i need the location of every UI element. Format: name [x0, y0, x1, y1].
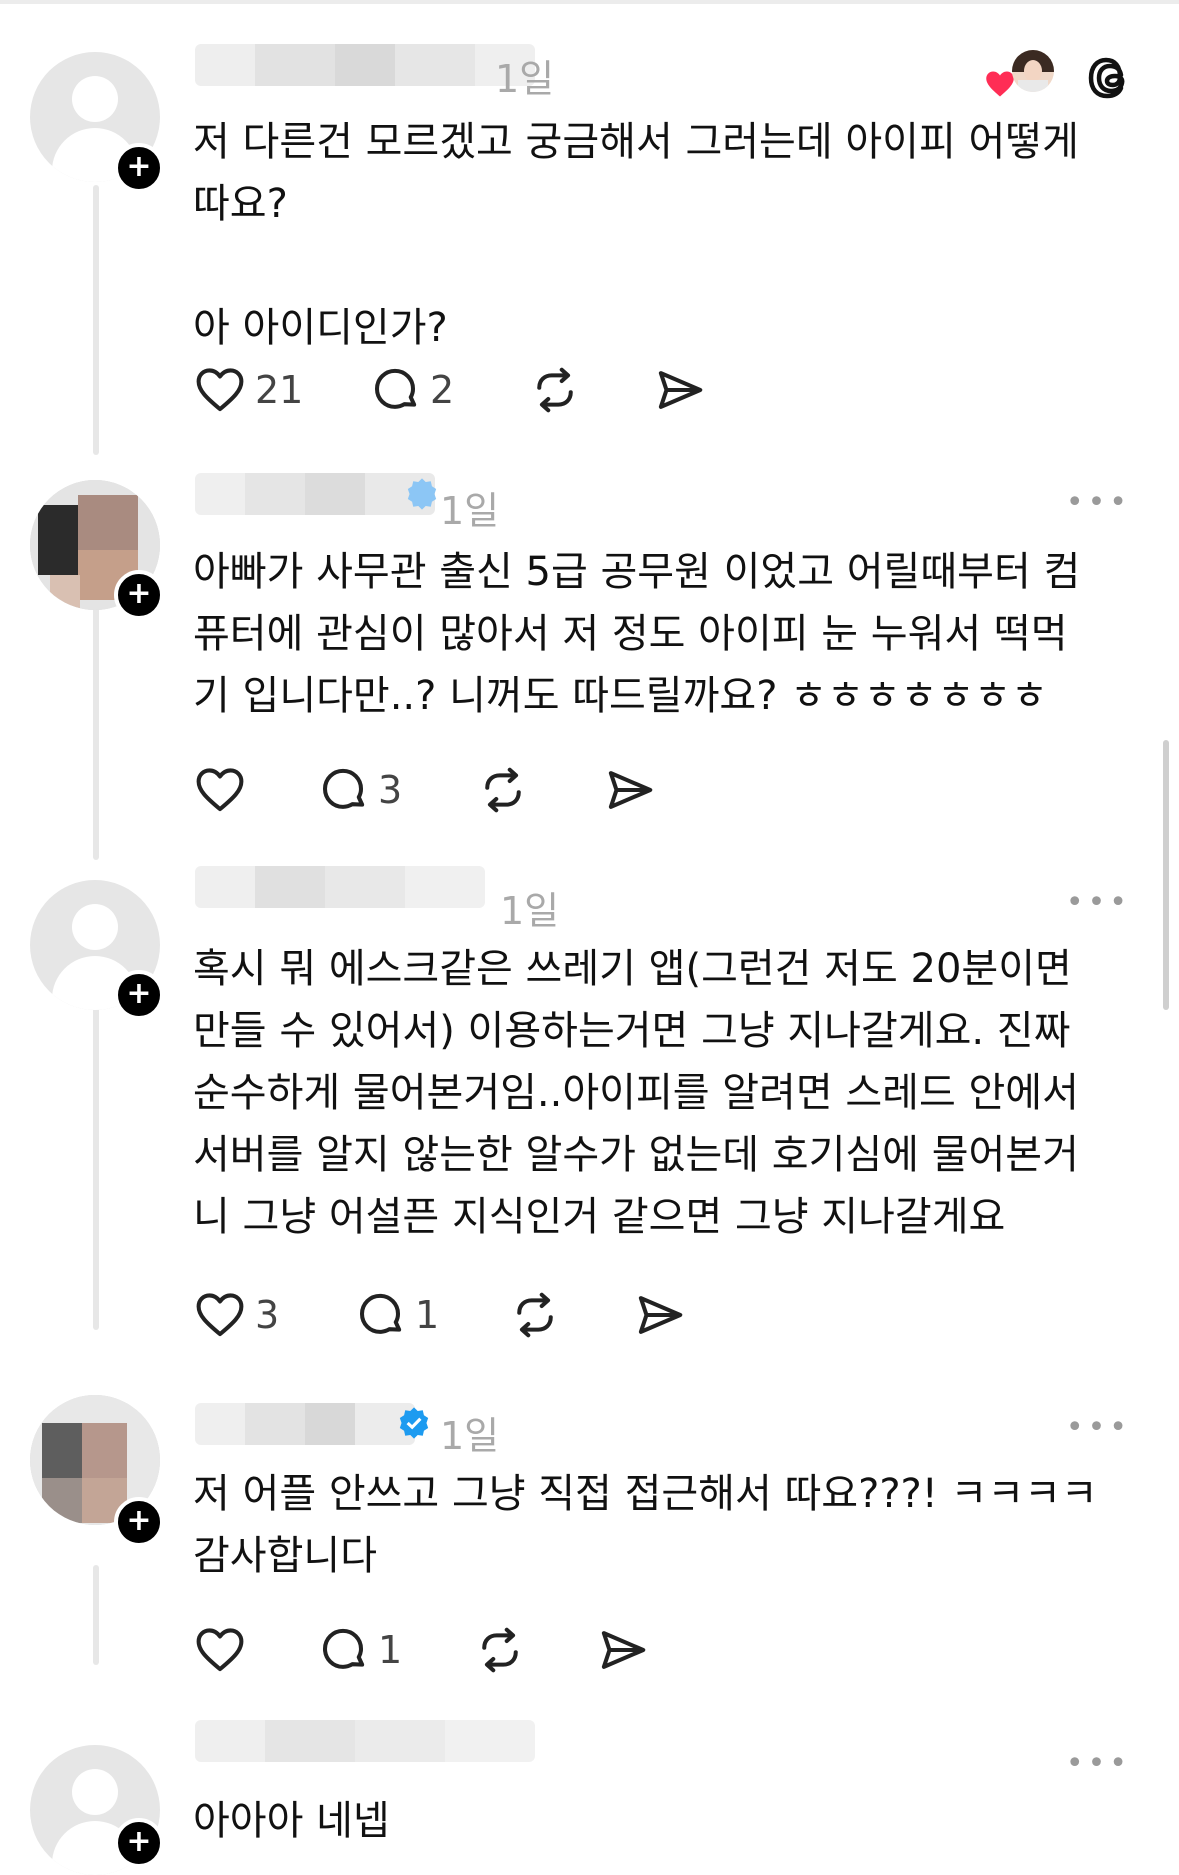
like-count: 21 — [255, 368, 304, 412]
top-divider — [0, 0, 1179, 4]
heart-icon — [196, 768, 244, 812]
share-icon — [601, 1631, 646, 1669]
liker-avatar[interactable] — [1012, 50, 1054, 92]
repost-icon — [517, 1292, 553, 1338]
timestamp: 1일 — [500, 889, 560, 933]
heart-icon — [196, 1628, 244, 1672]
like-button[interactable] — [193, 1620, 255, 1680]
post-content: 혹시 뭐 에스크같은 쓰레기 앱(그런건 저도 20분이면 만들 수 있어서) … — [193, 946, 1079, 1240]
post-content: 아아아 네넵 — [193, 1798, 390, 1844]
username-blurred[interactable] — [195, 866, 485, 908]
timestamp: 1일 — [440, 1414, 500, 1458]
heart-icon — [196, 368, 244, 412]
thread-line — [93, 185, 99, 455]
share-icon — [608, 771, 653, 809]
timestamp: 1일 — [440, 489, 500, 533]
follow-button[interactable]: + — [114, 1818, 164, 1868]
reply-count: 1 — [415, 1293, 440, 1337]
username-blurred[interactable] — [195, 44, 535, 86]
share-button[interactable] — [633, 1285, 687, 1345]
follow-button[interactable]: + — [114, 143, 164, 193]
heart-icon — [196, 1293, 244, 1337]
post-content: 아빠가 사무관 출신 5급 공무원 이었고 어릴때부터 컴 퓨터에 관심이 많아… — [193, 549, 1081, 719]
follow-button[interactable]: + — [114, 970, 164, 1020]
comment-icon — [322, 768, 365, 809]
timestamp: 1일 — [495, 57, 555, 101]
more-icon[interactable]: ••• — [1066, 485, 1131, 520]
comment-icon — [374, 368, 417, 409]
share-icon — [638, 1296, 683, 1334]
repost-icon — [482, 1627, 518, 1673]
comment-icon — [359, 1293, 402, 1334]
post-content: 저 어플 안쓰고 그냥 직접 접근해서 따요???! ㅋㅋㅋㅋ 감사합니다 — [193, 1471, 1098, 1579]
share-button[interactable] — [596, 1620, 650, 1680]
reply-button[interactable]: 2 — [368, 360, 454, 420]
thread-line — [93, 1565, 99, 1665]
like-button[interactable]: 3 — [193, 1285, 279, 1345]
share-icon — [658, 371, 703, 409]
reply-button[interactable]: 1 — [316, 1620, 402, 1680]
username-blurred[interactable] — [195, 473, 435, 515]
threads-logo-icon[interactable] — [1083, 50, 1139, 106]
repost-button[interactable] — [476, 760, 530, 820]
post-content: 저 다른건 모르겠고 궁금해서 그러는데 아이피 어떻게 따요? 아 아이디인가… — [193, 119, 1079, 351]
username-blurred[interactable] — [195, 1720, 535, 1762]
verified-badge-icon — [407, 478, 437, 510]
verified-badge-icon — [399, 1407, 429, 1439]
follow-button[interactable]: + — [114, 1497, 164, 1547]
thread-line — [93, 1000, 99, 1330]
scrollbar[interactable] — [1163, 740, 1169, 1010]
heart-filled-icon — [986, 71, 1014, 97]
more-icon[interactable]: ••• — [1066, 1410, 1131, 1445]
like-button[interactable] — [193, 760, 255, 820]
reply-count: 2 — [430, 368, 455, 412]
share-button[interactable] — [653, 360, 707, 420]
repost-icon — [537, 367, 573, 413]
comment-icon — [322, 1628, 365, 1669]
repost-button[interactable] — [508, 1285, 562, 1345]
more-icon[interactable]: ••• — [1066, 1746, 1131, 1781]
share-button[interactable] — [603, 760, 657, 820]
reply-button[interactable]: 3 — [316, 760, 402, 820]
follow-button[interactable]: + — [114, 570, 164, 620]
more-icon[interactable]: ••• — [1066, 885, 1131, 920]
reply-count: 1 — [378, 1628, 403, 1672]
repost-button[interactable] — [528, 360, 582, 420]
reply-button[interactable]: 1 — [353, 1285, 439, 1345]
username-blurred[interactable] — [195, 1403, 415, 1445]
like-button[interactable]: 21 — [193, 360, 303, 420]
repost-button[interactable] — [473, 1620, 527, 1680]
reply-count: 3 — [378, 768, 403, 812]
repost-icon — [485, 767, 521, 813]
like-count: 3 — [255, 1293, 280, 1337]
